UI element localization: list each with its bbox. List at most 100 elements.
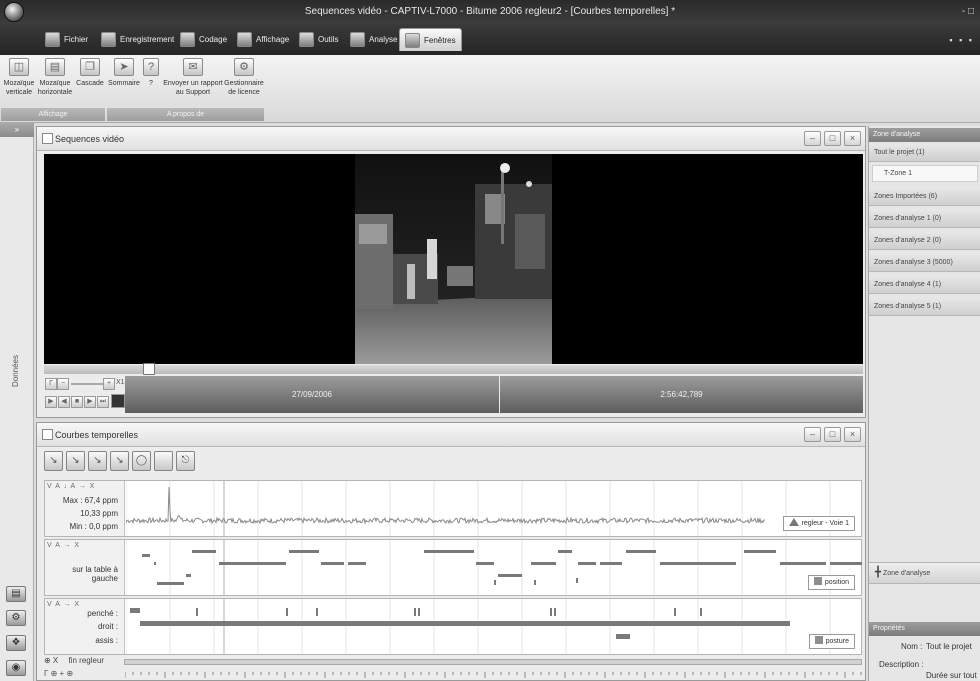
tab-analyse[interactable]: Analyse bbox=[345, 28, 402, 51]
zoom-in-icon[interactable]: + bbox=[103, 378, 115, 390]
posture-label-assis: assis : bbox=[95, 636, 118, 645]
ribbon-group-apropos: A propos de bbox=[107, 108, 264, 121]
zone-tool-label: Zone d'analyse bbox=[882, 570, 931, 577]
video-frame bbox=[355, 154, 552, 364]
mosaic-vertical-icon: ◫ bbox=[9, 58, 29, 76]
tab-label: Fichier bbox=[64, 35, 89, 44]
video-display[interactable] bbox=[44, 154, 863, 364]
summary-button[interactable]: ➤ Sommaire bbox=[107, 58, 141, 88]
minimize-button[interactable]: – bbox=[804, 427, 821, 442]
signal-max: Max : 67,4 ppm bbox=[62, 496, 118, 505]
timeline-scrollbar[interactable] bbox=[124, 659, 862, 665]
ribbon-group-affichage: Affichage bbox=[1, 108, 105, 121]
analysis-zone-header: Zone d'analyse bbox=[869, 128, 980, 142]
track-position[interactable]: V A → X sur la table à gauche position bbox=[44, 539, 862, 596]
mosaic-horizontal-button[interactable]: ▤ Mozaïque horizontale bbox=[36, 58, 74, 97]
track-tools[interactable]: V A → X bbox=[47, 542, 80, 549]
frame-icon[interactable]: Γ bbox=[45, 378, 57, 390]
button-label: Sommaire bbox=[108, 80, 140, 87]
button-label: Mozaïque verticale bbox=[3, 80, 35, 96]
position-svg bbox=[125, 540, 862, 595]
blank-tool-icon[interactable] bbox=[154, 451, 173, 471]
end-icon[interactable]: ⏭ bbox=[97, 396, 109, 408]
close-button[interactable]: × bbox=[844, 427, 861, 442]
settings-tool-icon[interactable]: ⚙ bbox=[6, 610, 26, 626]
license-manager-button[interactable]: ⚙ Gestionnaire de licence bbox=[224, 58, 264, 97]
zone-all-project[interactable]: Tout le projet (1) bbox=[869, 144, 980, 162]
file-icon bbox=[45, 32, 60, 47]
bold-tool-icon[interactable]: ❖ bbox=[6, 635, 26, 651]
tab-fichier[interactable]: Fichier bbox=[40, 28, 93, 51]
zone-tool-row[interactable]: ╋ Zone d'analyse bbox=[869, 562, 980, 584]
analysis-icon bbox=[350, 32, 365, 47]
tab-enregistrement[interactable]: Enregistrement bbox=[96, 28, 179, 51]
track-signal-label: V A ↓ A → X Max : 67,4 ppm 10,33 ppm Min… bbox=[45, 481, 125, 536]
zoom-tool-icon[interactable]: ◯ bbox=[132, 451, 151, 471]
select-tool-icon[interactable]: ↘ bbox=[88, 451, 107, 471]
select-tool-icon[interactable]: ↘ bbox=[44, 451, 63, 471]
chart-tool-icon[interactable]: ▤ bbox=[6, 586, 26, 602]
track-position-label: V A → X sur la table à gauche bbox=[45, 540, 125, 595]
posture-legend: posture bbox=[808, 634, 855, 649]
bottom-tools[interactable]: Γ ⊕ + ⊕ bbox=[44, 669, 73, 678]
camera-icon[interactable] bbox=[111, 394, 125, 408]
zone-imported[interactable]: Zones Importées (6) bbox=[869, 188, 980, 206]
track-posture[interactable]: V A → X penché : droit : assis : posture bbox=[44, 598, 862, 655]
zone-analysis-2[interactable]: Zones d'analyse 2 (0) bbox=[869, 232, 980, 250]
cascade-button[interactable]: ❐ Cascade bbox=[75, 58, 105, 88]
tab-outils[interactable]: Outils bbox=[294, 28, 343, 51]
data-panel-tab[interactable]: Données bbox=[11, 355, 20, 387]
stop-icon[interactable]: ■ bbox=[71, 396, 83, 408]
signal-svg bbox=[125, 481, 831, 536]
select-tool-icon[interactable]: ↘ bbox=[110, 451, 129, 471]
maximize-button[interactable]: □ bbox=[824, 131, 841, 146]
send-report-button[interactable]: ✉ Envoyer un rapport au Support bbox=[160, 58, 226, 97]
video-seekbar[interactable] bbox=[44, 365, 863, 374]
track-tools[interactable]: V A ↓ A → X bbox=[47, 483, 95, 490]
tab-fenetres[interactable]: Fenêtres bbox=[399, 28, 462, 51]
play-icon[interactable]: ▶ bbox=[45, 396, 57, 408]
ribbon-controls[interactable]: ▪ ▪ ▪ bbox=[949, 35, 974, 45]
maximize-button[interactable]: □ bbox=[824, 427, 841, 442]
button-label: ? bbox=[149, 80, 153, 87]
select-tool-icon[interactable]: ↘ bbox=[66, 451, 85, 471]
help-button[interactable]: ?? bbox=[142, 58, 160, 88]
zone-analysis-3[interactable]: Zones d'analyse 3 (5000) bbox=[869, 254, 980, 272]
track-signal[interactable]: V A ↓ A → X Max : 67,4 ppm 10,33 ppm Min… bbox=[44, 480, 862, 537]
tab-affichage[interactable]: Affichage bbox=[232, 28, 294, 51]
window-controls[interactable]: - □ bbox=[962, 6, 974, 17]
fin-tools[interactable]: ⊕ X bbox=[44, 656, 58, 665]
forward-icon[interactable]: ▶ bbox=[84, 396, 96, 408]
curves-window: Courbes temporelles – □ × ↘ ↘ ↘ ↘ ◯ ⎋ V … bbox=[36, 422, 866, 681]
signal-legend: regleur - Voie 1 bbox=[782, 516, 855, 531]
display-icon bbox=[237, 32, 252, 47]
record-icon bbox=[101, 32, 116, 47]
tab-label: Codage bbox=[199, 35, 228, 44]
zone-analysis-1[interactable]: Zones d'analyse 1 (0) bbox=[869, 210, 980, 228]
zone-analysis-4[interactable]: Zones d'analyse 4 (1) bbox=[869, 276, 980, 294]
collapse-button[interactable]: » bbox=[0, 123, 34, 137]
tab-codage[interactable]: Codage bbox=[175, 28, 232, 51]
track-tools[interactable]: V A → X bbox=[47, 601, 80, 608]
tools-icon bbox=[299, 32, 314, 47]
export-tool-icon[interactable]: ⎋ bbox=[176, 451, 195, 471]
seekbar-thumb[interactable] bbox=[143, 363, 155, 375]
button-label: Cascade bbox=[76, 80, 104, 87]
posture-plot[interactable]: posture bbox=[125, 599, 861, 654]
left-strip: » Données ▤ ⚙ ❖ ◉ bbox=[0, 123, 34, 681]
position-plot[interactable]: position bbox=[125, 540, 862, 595]
minimize-button[interactable]: – bbox=[804, 131, 821, 146]
speed-slider[interactable] bbox=[71, 383, 103, 385]
send-report-icon: ✉ bbox=[183, 58, 203, 76]
signal-legend-icon bbox=[788, 518, 799, 526]
zone-item-tzone1[interactable]: T-Zone 1 bbox=[872, 165, 978, 182]
position-legend: position bbox=[807, 575, 855, 590]
zoom-out-icon[interactable]: − bbox=[57, 378, 69, 390]
position-legend-label: position bbox=[824, 579, 849, 586]
rewind-icon[interactable]: ◀ bbox=[58, 396, 70, 408]
globe-tool-icon[interactable]: ◉ bbox=[6, 660, 26, 676]
signal-plot[interactable]: regleur - Voie 1 bbox=[125, 481, 861, 536]
close-button[interactable]: × bbox=[844, 131, 861, 146]
mosaic-vertical-button[interactable]: ◫ Mozaïque verticale bbox=[2, 58, 36, 97]
zone-analysis-5[interactable]: Zones d'analyse 5 (1) bbox=[869, 298, 980, 316]
